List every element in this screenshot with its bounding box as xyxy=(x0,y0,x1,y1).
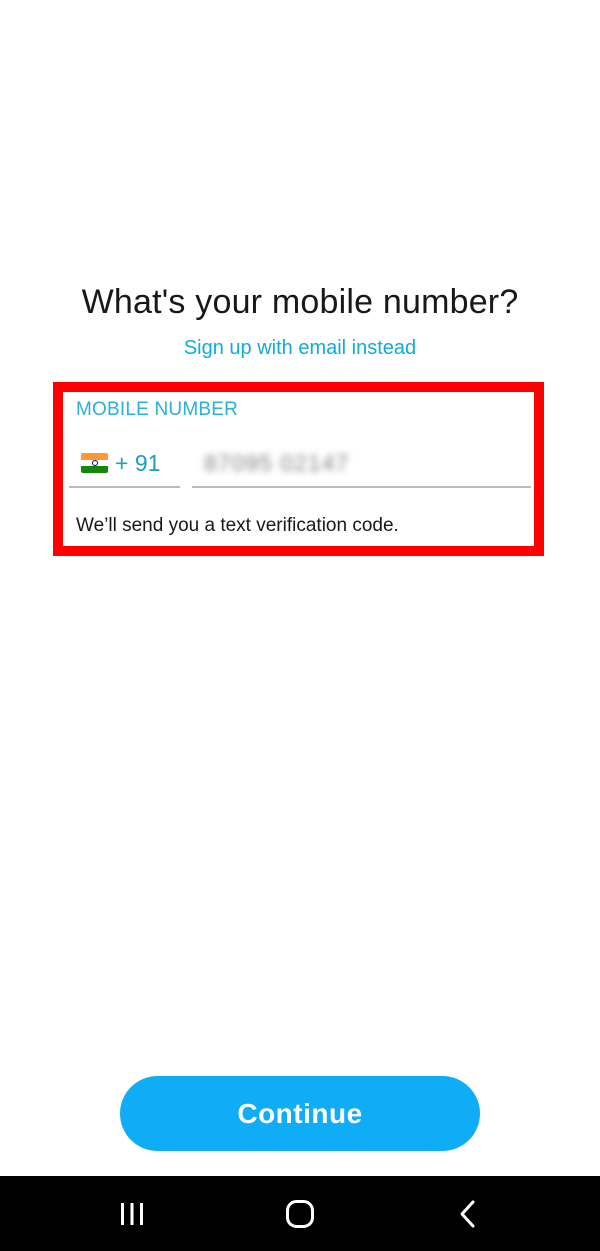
system-navbar xyxy=(0,1176,600,1251)
recent-apps-icon[interactable] xyxy=(110,1194,154,1234)
verification-helper-text: We’ll send you a text verification code. xyxy=(76,515,399,536)
home-icon[interactable] xyxy=(278,1194,322,1234)
country-code-value: + 91 xyxy=(115,449,161,476)
phone-number-input[interactable]: 87095 02147 xyxy=(192,440,531,488)
phone-number-value: 87095 02147 xyxy=(204,449,350,476)
signup-email-link[interactable]: Sign up with email instead xyxy=(0,337,600,360)
continue-button[interactable]: Continue xyxy=(120,1076,480,1151)
mobile-number-label: MOBILE NUMBER xyxy=(76,399,239,420)
india-flag-icon xyxy=(81,453,108,473)
page-title: What's your mobile number? xyxy=(81,283,519,321)
back-icon[interactable] xyxy=(446,1194,490,1234)
signup-screen: What's your mobile number? Sign up with … xyxy=(0,0,600,1251)
country-code-selector[interactable]: + 91 xyxy=(69,440,180,488)
